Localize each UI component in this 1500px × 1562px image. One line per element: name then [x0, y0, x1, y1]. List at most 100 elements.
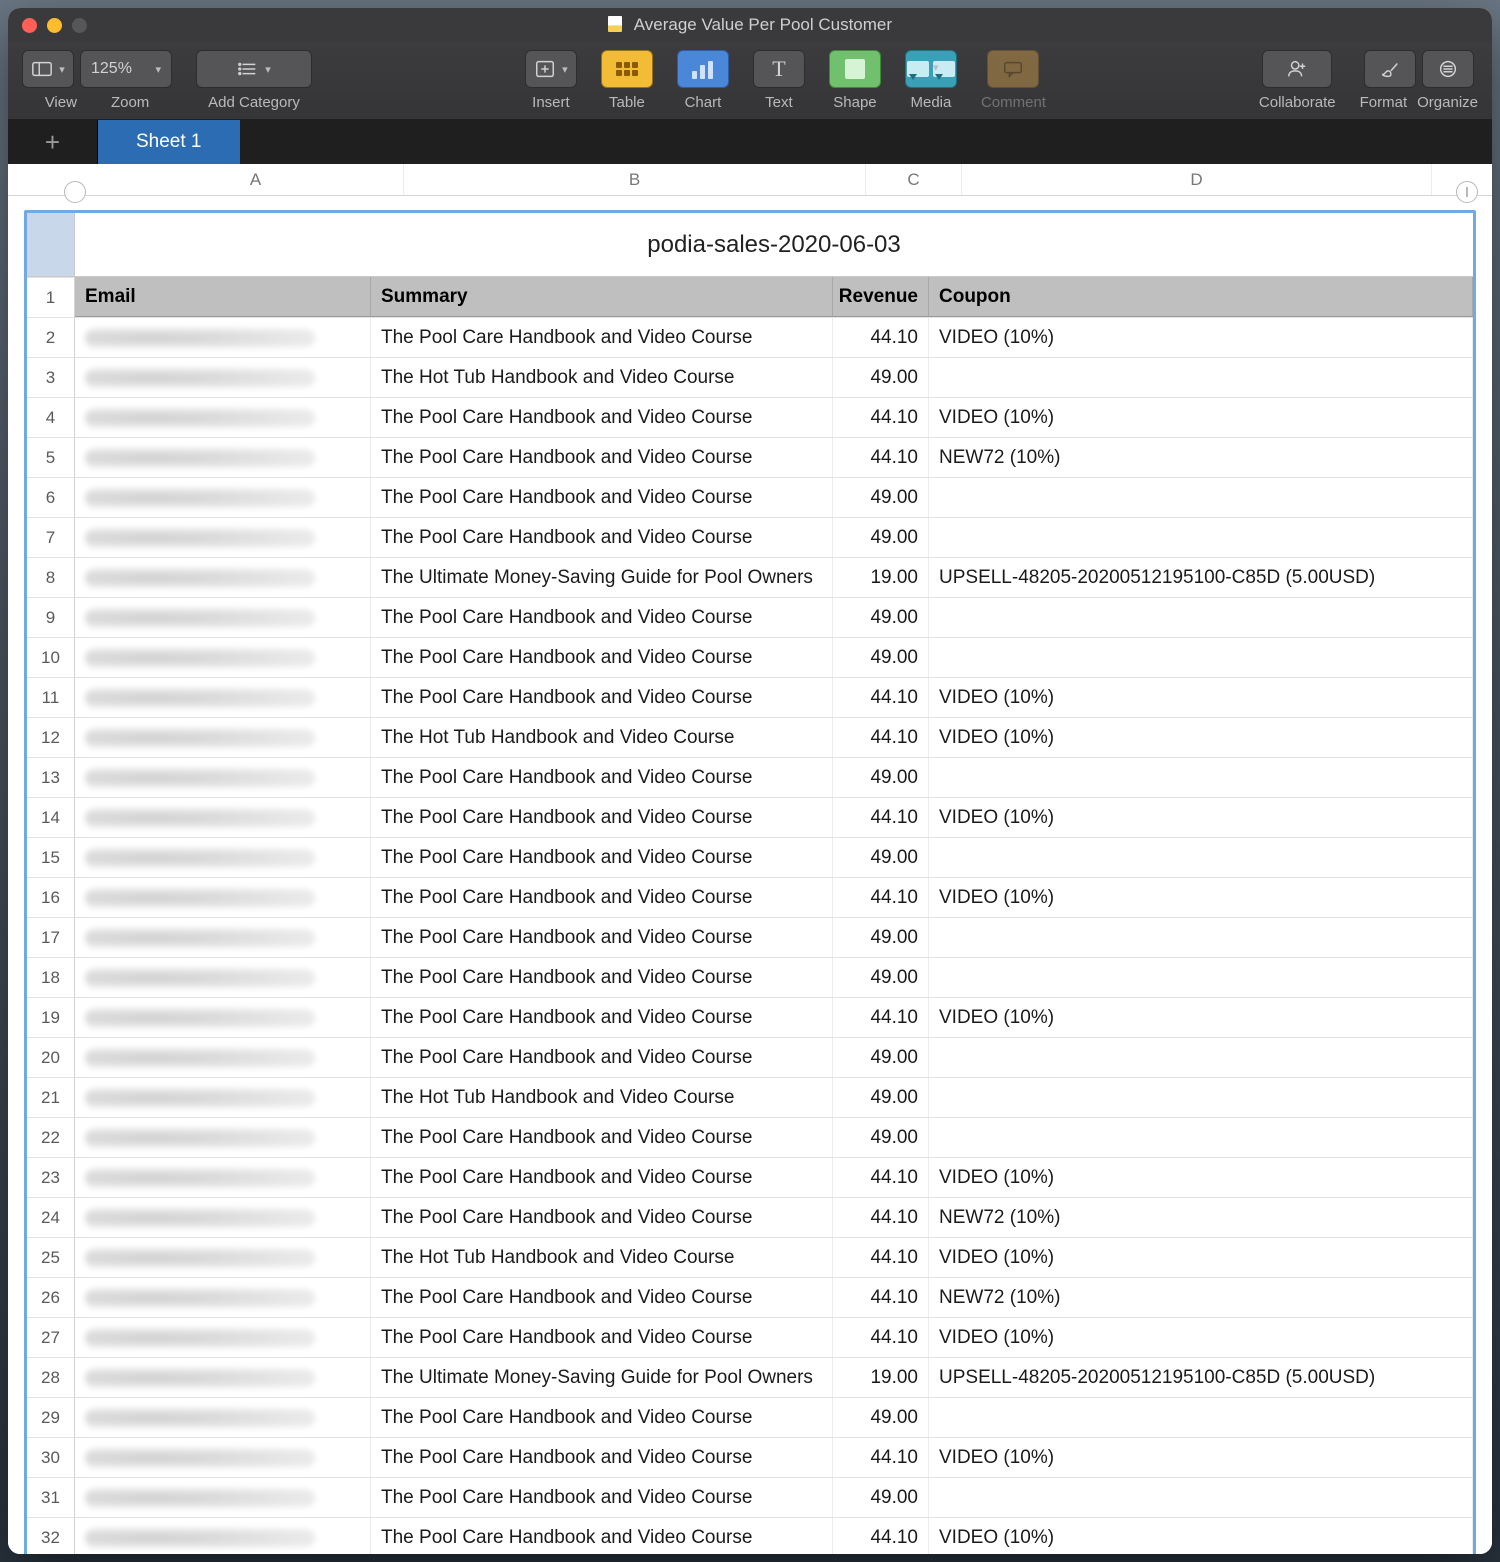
cell-summary[interactable]: The Ultimate Money-Saving Guide for Pool… [371, 1358, 833, 1397]
cell-email[interactable] [75, 1438, 371, 1477]
header-coupon[interactable]: Coupon [929, 277, 1473, 316]
cell-summary[interactable]: The Pool Care Handbook and Video Course [371, 998, 833, 1037]
cell-summary[interactable]: The Pool Care Handbook and Video Course [371, 1158, 833, 1197]
cell-revenue[interactable]: 44.10 [833, 878, 929, 917]
cell-email[interactable] [75, 1198, 371, 1237]
cell-email[interactable] [75, 1318, 371, 1357]
media-button[interactable]: ▾ [905, 50, 957, 88]
row-number[interactable]: 13 [27, 757, 75, 797]
row-number[interactable]: 16 [27, 877, 75, 917]
cell-revenue[interactable]: 44.10 [833, 678, 929, 717]
cell-coupon[interactable] [929, 638, 1473, 677]
cell-revenue[interactable]: 44.10 [833, 318, 929, 357]
cell-coupon[interactable] [929, 598, 1473, 637]
cell-email[interactable] [75, 518, 371, 557]
cell-coupon[interactable]: VIDEO (10%) [929, 878, 1473, 917]
cell-email[interactable] [75, 1278, 371, 1317]
cell-summary[interactable]: The Pool Care Handbook and Video Course [371, 1398, 833, 1437]
cell-email[interactable] [75, 838, 371, 877]
shape-button[interactable] [829, 50, 881, 88]
cell-email[interactable] [75, 758, 371, 797]
row-number[interactable]: 30 [27, 1437, 75, 1477]
cell-coupon[interactable]: VIDEO (10%) [929, 678, 1473, 717]
cell-summary[interactable]: The Pool Care Handbook and Video Course [371, 478, 833, 517]
cell-revenue[interactable]: 44.10 [833, 1318, 929, 1357]
row-number[interactable]: 14 [27, 797, 75, 837]
cell-summary[interactable]: The Pool Care Handbook and Video Course [371, 678, 833, 717]
grid-scroll[interactable]: 1234567891011121314151617181920212223242… [8, 196, 1492, 1554]
cell-revenue[interactable]: 49.00 [833, 1398, 929, 1437]
cell-revenue[interactable]: 44.10 [833, 1238, 929, 1277]
cell-email[interactable] [75, 1358, 371, 1397]
close-icon[interactable] [22, 18, 37, 33]
cell-summary[interactable]: The Hot Tub Handbook and Video Course [371, 718, 833, 757]
cell-coupon[interactable]: VIDEO (10%) [929, 1318, 1473, 1357]
cell-summary[interactable]: The Pool Care Handbook and Video Course [371, 1318, 833, 1357]
cell-email[interactable] [75, 638, 371, 677]
cell-revenue[interactable]: 49.00 [833, 918, 929, 957]
cell-summary[interactable]: The Hot Tub Handbook and Video Course [371, 358, 833, 397]
cell-coupon[interactable] [929, 1118, 1473, 1157]
table-button[interactable] [601, 50, 653, 88]
column-header-C[interactable]: C [866, 164, 962, 195]
cell-email[interactable] [75, 1398, 371, 1437]
cell-summary[interactable]: The Pool Care Handbook and Video Course [371, 1478, 833, 1517]
row-number[interactable]: 17 [27, 917, 75, 957]
row-number[interactable]: 29 [27, 1397, 75, 1437]
cell-coupon[interactable]: VIDEO (10%) [929, 718, 1473, 757]
cell-email[interactable] [75, 1118, 371, 1157]
cell-coupon[interactable] [929, 918, 1473, 957]
row-number[interactable]: 25 [27, 1237, 75, 1277]
cell-summary[interactable]: The Pool Care Handbook and Video Course [371, 878, 833, 917]
cell-coupon[interactable] [929, 1078, 1473, 1117]
cell-email[interactable] [75, 1038, 371, 1077]
cell-summary[interactable]: The Pool Care Handbook and Video Course [371, 918, 833, 957]
cell-summary[interactable]: The Pool Care Handbook and Video Course [371, 598, 833, 637]
cell-email[interactable] [75, 998, 371, 1037]
cell-coupon[interactable]: UPSELL-48205-20200512195100-C85D (5.00US… [929, 558, 1473, 597]
cell-coupon[interactable] [929, 358, 1473, 397]
cell-summary[interactable]: The Pool Care Handbook and Video Course [371, 1118, 833, 1157]
cell-coupon[interactable] [929, 1398, 1473, 1437]
cell-revenue[interactable]: 49.00 [833, 638, 929, 677]
cell-coupon[interactable]: VIDEO (10%) [929, 798, 1473, 837]
cell-summary[interactable]: The Pool Care Handbook and Video Course [371, 398, 833, 437]
cell-revenue[interactable]: 49.00 [833, 838, 929, 877]
cell-coupon[interactable]: UPSELL-48205-20200512195100-C85D (5.00US… [929, 1358, 1473, 1397]
row-number[interactable]: 4 [27, 397, 75, 437]
column-header-A[interactable]: A [108, 164, 404, 195]
cell-email[interactable] [75, 318, 371, 357]
cell-revenue[interactable]: 44.10 [833, 798, 929, 837]
cell-email[interactable] [75, 918, 371, 957]
row-number[interactable]: 9 [27, 597, 75, 637]
cell-revenue[interactable]: 49.00 [833, 1038, 929, 1077]
cell-coupon[interactable]: VIDEO (10%) [929, 318, 1473, 357]
cell-summary[interactable]: The Hot Tub Handbook and Video Course [371, 1078, 833, 1117]
row-number[interactable]: 12 [27, 717, 75, 757]
organize-button[interactable] [1422, 50, 1474, 88]
cell-revenue[interactable]: 49.00 [833, 1078, 929, 1117]
row-number[interactable]: 3 [27, 357, 75, 397]
row-number[interactable]: 28 [27, 1357, 75, 1397]
row-number[interactable]: 21 [27, 1077, 75, 1117]
row-number[interactable]: 20 [27, 1037, 75, 1077]
cell-revenue[interactable]: 49.00 [833, 1118, 929, 1157]
row-number[interactable]: 15 [27, 837, 75, 877]
cell-revenue[interactable]: 49.00 [833, 518, 929, 557]
cell-coupon[interactable]: VIDEO (10%) [929, 1158, 1473, 1197]
cell-summary[interactable]: The Pool Care Handbook and Video Course [371, 1038, 833, 1077]
row-number[interactable]: 2 [27, 317, 75, 357]
row-col-handle-icon[interactable] [64, 181, 86, 203]
row-number[interactable]: 27 [27, 1317, 75, 1357]
cell-summary[interactable]: The Pool Care Handbook and Video Course [371, 758, 833, 797]
cell-summary[interactable]: The Hot Tub Handbook and Video Course [371, 1238, 833, 1277]
cell-revenue[interactable]: 44.10 [833, 1438, 929, 1477]
header-summary[interactable]: Summary [371, 277, 833, 316]
cell-revenue[interactable]: 44.10 [833, 718, 929, 757]
cell-summary[interactable]: The Pool Care Handbook and Video Course [371, 798, 833, 837]
cell-revenue[interactable]: 44.10 [833, 438, 929, 477]
cell-summary[interactable]: The Pool Care Handbook and Video Course [371, 638, 833, 677]
chart-button[interactable] [677, 50, 729, 88]
row-number[interactable]: 10 [27, 637, 75, 677]
cell-coupon[interactable]: VIDEO (10%) [929, 398, 1473, 437]
